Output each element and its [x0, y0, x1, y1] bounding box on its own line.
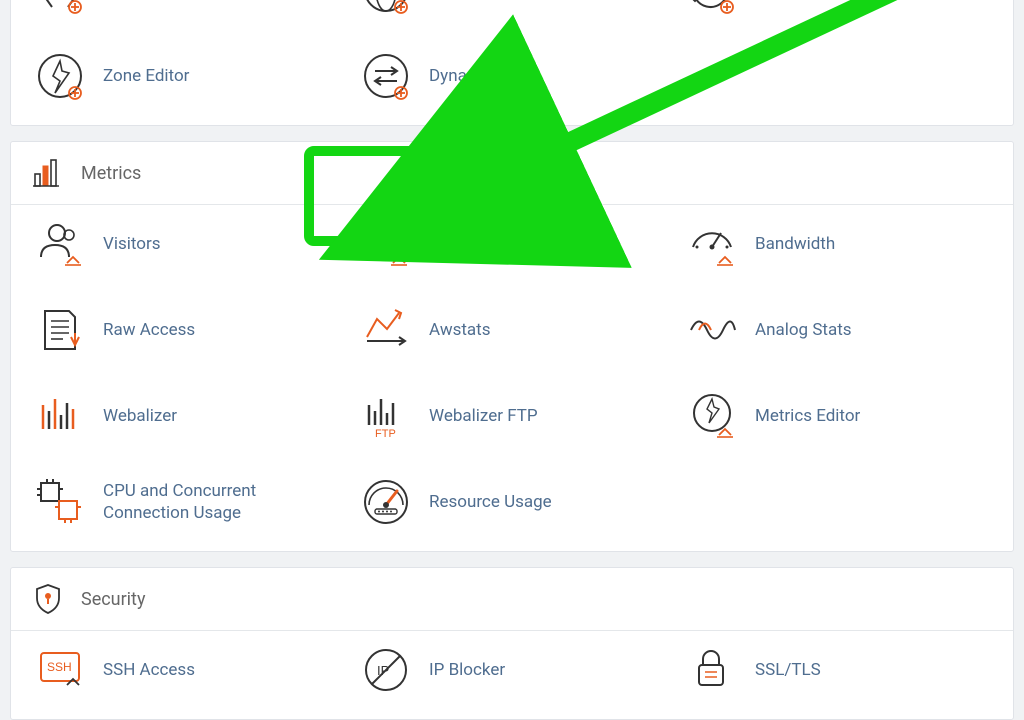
item-cpu-concurrent[interactable]: CPU and Concurrent Connection Usage [27, 473, 345, 531]
security-panel: Security SSH SSH Access IP IP Blocker [10, 567, 1014, 720]
item-analog-stats[interactable]: Analog Stats [679, 301, 997, 359]
item-label: Webalizer [103, 405, 177, 427]
item-label: SSH Access [103, 659, 195, 681]
item-label: Zone Editor [103, 65, 189, 87]
item-label: Raw Access [103, 319, 195, 341]
domains-panel-body: Site Publisher Domains [11, 0, 1013, 125]
item-label: SSL/TLS [755, 659, 821, 681]
ssl-tls-icon [687, 645, 737, 695]
item-ssh-access[interactable]: SSH SSH Access [27, 641, 345, 699]
svg-text:FTP: FTP [375, 428, 396, 440]
metrics-header-icon [31, 156, 65, 190]
item-label: Awstats [429, 319, 491, 341]
visitors-icon [35, 219, 85, 269]
ssh-access-icon: SSH [35, 645, 85, 695]
item-ip-blocker[interactable]: IP IP Blocker [353, 641, 671, 699]
item-domains[interactable]: Domains [353, 0, 671, 19]
svg-text:SSH: SSH [47, 660, 72, 674]
svg-text:IP: IP [377, 663, 389, 678]
item-label: Webalizer FTP [429, 405, 538, 427]
item-resource-usage[interactable]: Resource Usage [353, 473, 671, 531]
site-publisher-icon [35, 0, 85, 15]
redirects-icon [687, 0, 737, 15]
item-label: Resource Usage [429, 491, 552, 513]
cpu-concurrent-icon [35, 477, 85, 527]
raw-access-icon [35, 305, 85, 355]
webalizer-icon [35, 391, 85, 441]
item-webalizer-ftp[interactable]: FTP Webalizer FTP [353, 387, 671, 445]
item-label: Site Publisher [103, 0, 207, 1]
item-label: Errors [429, 233, 474, 255]
item-errors[interactable]: Errors [353, 215, 671, 273]
security-title: Security [81, 589, 145, 610]
item-label: Domains [429, 0, 496, 1]
item-label: Visitors [103, 233, 161, 255]
item-label: Metrics Editor [755, 405, 860, 427]
item-label: Bandwidth [755, 233, 835, 255]
metrics-panel: Metrics Visitors [10, 141, 1014, 552]
metrics-panel-body: Visitors Errors [11, 205, 1013, 551]
item-zone-editor[interactable]: Zone Editor [27, 47, 345, 105]
dynamic-dns-icon [361, 51, 411, 101]
item-label: IP Blocker [429, 659, 505, 681]
webalizer-ftp-icon: FTP [361, 391, 411, 441]
ip-blocker-icon: IP [361, 645, 411, 695]
item-awstats[interactable]: Awstats [353, 301, 671, 359]
metrics-editor-icon [687, 391, 737, 441]
item-label: CPU and Concurrent Connection Usage [103, 480, 337, 524]
security-header[interactable]: Security [11, 568, 1013, 631]
errors-icon [361, 219, 411, 269]
metrics-header[interactable]: Metrics [11, 142, 1013, 205]
item-raw-access[interactable]: Raw Access [27, 301, 345, 359]
item-metrics-editor[interactable]: Metrics Editor [679, 387, 997, 445]
item-label: Dynamic DNS [429, 65, 532, 87]
item-label: Analog Stats [755, 319, 852, 341]
analog-stats-icon [687, 305, 737, 355]
resource-usage-icon [361, 477, 411, 527]
item-visitors[interactable]: Visitors [27, 215, 345, 273]
domains-icon [361, 0, 411, 15]
item-dynamic-dns[interactable]: Dynamic DNS [353, 47, 671, 105]
item-redirects[interactable]: Redirects [679, 0, 997, 19]
bandwidth-icon [687, 219, 737, 269]
awstats-icon [361, 305, 411, 355]
zone-editor-icon [35, 51, 85, 101]
metrics-title: Metrics [81, 163, 141, 184]
item-site-publisher[interactable]: Site Publisher [27, 0, 345, 19]
item-label: Redirects [755, 0, 826, 1]
security-panel-body: SSH SSH Access IP IP Blocker [11, 631, 1013, 719]
item-ssl-tls[interactable]: SSL/TLS [679, 641, 997, 699]
item-webalizer[interactable]: Webalizer [27, 387, 345, 445]
domains-panel: Site Publisher Domains [10, 0, 1014, 126]
security-header-icon [31, 582, 65, 616]
item-bandwidth[interactable]: Bandwidth [679, 215, 997, 273]
